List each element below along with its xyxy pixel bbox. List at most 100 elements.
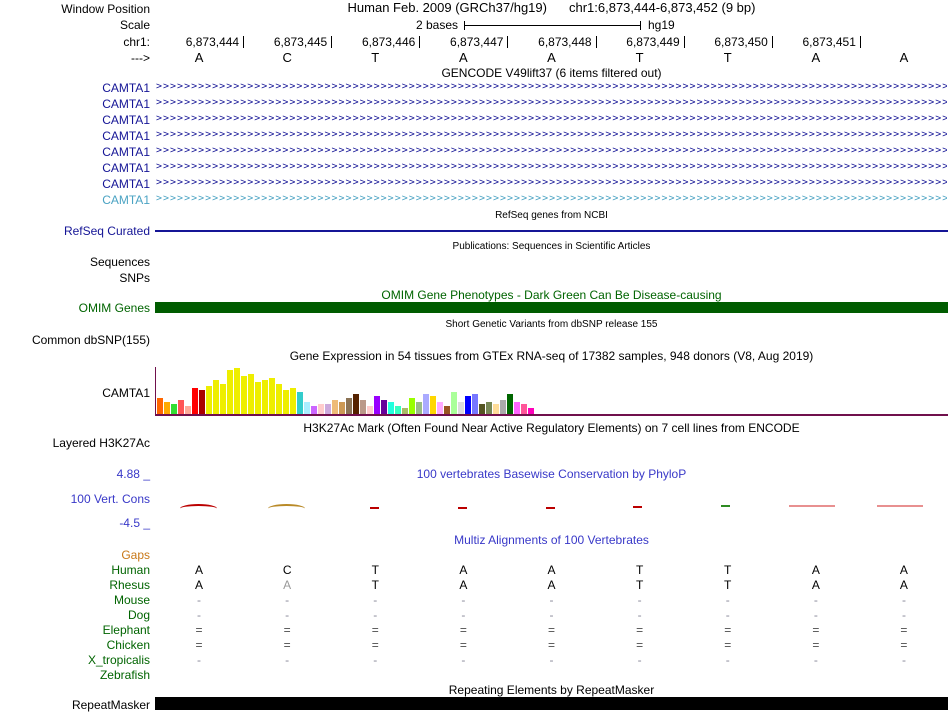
gtex-baseline[interactable]	[155, 414, 948, 416]
gtex-tissue-bar[interactable]	[199, 390, 205, 414]
refseq-gene-line[interactable]	[155, 230, 948, 232]
gene-label[interactable]: CAMTA1	[0, 97, 150, 111]
gene-transcript-row[interactable]: >>>>>>>>>>>>>>>>>>>>>>>>>>>>>>>>>>>>>>>>…	[156, 177, 947, 190]
gtex-tissue-bar[interactable]	[437, 402, 443, 414]
gtex-tissue-bar[interactable]	[297, 392, 303, 414]
gtex-tissue-bar[interactable]	[269, 378, 275, 414]
alignment-cell: A	[899, 563, 908, 577]
gene-transcript-row[interactable]: >>>>>>>>>>>>>>>>>>>>>>>>>>>>>>>>>>>>>>>>…	[156, 145, 947, 158]
gtex-tissue-bar[interactable]	[178, 400, 184, 414]
sidebar-omim-genes[interactable]: OMIM Genes	[0, 301, 150, 315]
gtex-tissue-bar[interactable]	[388, 402, 394, 414]
gtex-tissue-bar[interactable]	[367, 406, 373, 414]
sidebar-sequences[interactable]: Sequences	[0, 255, 150, 269]
species-label-x_tropicalis[interactable]: X_tropicalis	[0, 653, 150, 667]
gtex-tissue-bar[interactable]	[248, 374, 254, 414]
gtex-tissue-bar[interactable]	[521, 404, 527, 414]
sidebar-gtex-gene[interactable]: CAMTA1	[0, 386, 150, 400]
gtex-tissue-bar[interactable]	[220, 384, 226, 414]
gtex-tissue-bar[interactable]	[479, 404, 485, 414]
gtex-tissue-bar[interactable]	[409, 398, 415, 414]
gene-transcript-row[interactable]: >>>>>>>>>>>>>>>>>>>>>>>>>>>>>>>>>>>>>>>>…	[156, 129, 947, 142]
coordinate-label: 6,873,448	[538, 35, 592, 49]
sequence-base: A	[811, 50, 821, 65]
sidebar-layered-h3k27ac[interactable]: Layered H3K27Ac	[0, 436, 150, 450]
species-label-mouse[interactable]: Mouse	[0, 593, 150, 607]
gtex-tissue-bar[interactable]	[514, 402, 520, 414]
gene-label[interactable]: CAMTA1	[0, 129, 150, 143]
sequence-base: A	[899, 50, 909, 65]
gtex-tissue-bar[interactable]	[311, 406, 317, 414]
species-label-dog[interactable]: Dog	[0, 608, 150, 622]
gtex-tissue-bar[interactable]	[255, 382, 261, 414]
gene-label[interactable]: CAMTA1	[0, 145, 150, 159]
gtex-tissue-bar[interactable]	[213, 380, 219, 414]
gene-label[interactable]: CAMTA1	[0, 193, 150, 207]
gene-label[interactable]: CAMTA1	[0, 81, 150, 95]
sidebar-scale: Scale	[119, 18, 150, 32]
gtex-tissue-bar[interactable]	[185, 406, 191, 414]
gtex-tissue-bar[interactable]	[472, 394, 478, 414]
gtex-tissue-bar[interactable]	[332, 400, 338, 414]
gtex-tissue-bar[interactable]	[360, 400, 366, 414]
gtex-tissue-bar[interactable]	[395, 406, 401, 414]
gene-transcript-row[interactable]: >>>>>>>>>>>>>>>>>>>>>>>>>>>>>>>>>>>>>>>>…	[156, 161, 947, 174]
gene-label[interactable]: CAMTA1	[0, 161, 150, 175]
gene-transcript-row[interactable]: >>>>>>>>>>>>>>>>>>>>>>>>>>>>>>>>>>>>>>>>…	[156, 81, 947, 94]
omim-gene-bar[interactable]	[155, 302, 948, 313]
gtex-tissue-bar[interactable]	[164, 402, 170, 414]
gtex-tissue-bar[interactable]	[444, 406, 450, 414]
gtex-tissue-bar[interactable]	[171, 404, 177, 414]
gtex-tissue-bar[interactable]	[318, 404, 324, 414]
gtex-tissue-bar[interactable]	[430, 396, 436, 414]
species-label-chicken[interactable]: Chicken	[0, 638, 150, 652]
gtex-tissue-bar[interactable]	[339, 402, 345, 414]
sidebar-common-dbsnp[interactable]: Common dbSNP(155)	[0, 333, 150, 347]
sidebar-snps[interactable]: SNPs	[0, 271, 150, 285]
gtex-tissue-bar[interactable]	[458, 402, 464, 414]
gtex-tissue-bar[interactable]	[227, 370, 233, 414]
gtex-tissue-bar[interactable]	[283, 390, 289, 414]
sidebar-refseq-curated[interactable]: RefSeq Curated	[0, 224, 150, 238]
species-label-zebrafish[interactable]: Zebrafish	[0, 668, 150, 682]
gtex-tissue-bar[interactable]	[416, 402, 422, 414]
assembly-title: Human Feb. 2009 (GRCh37/hg19)	[347, 0, 547, 15]
gtex-tissue-bar[interactable]	[325, 404, 331, 414]
repeatmasker-bar[interactable]	[155, 697, 948, 710]
gtex-tissue-bar[interactable]	[157, 398, 163, 414]
sidebar-vert-cons[interactable]: 100 Vert. Cons	[0, 492, 150, 506]
gtex-tissue-bar[interactable]	[262, 380, 268, 414]
gtex-tissue-bar[interactable]	[234, 368, 240, 414]
species-label-human[interactable]: Human	[0, 563, 150, 577]
gtex-tissue-bar[interactable]	[346, 398, 352, 414]
gtex-tissue-bar[interactable]	[423, 394, 429, 414]
species-label-rhesus[interactable]: Rhesus	[0, 578, 150, 592]
gtex-tissue-bar[interactable]	[276, 384, 282, 414]
sidebar-repeatmasker[interactable]: RepeatMasker	[0, 698, 150, 712]
gtex-tissue-bar[interactable]	[465, 396, 471, 414]
species-label-elephant[interactable]: Elephant	[0, 623, 150, 637]
gtex-tissue-bar[interactable]	[304, 402, 310, 414]
alignment-cell: -	[901, 653, 906, 667]
gene-transcript-row[interactable]: >>>>>>>>>>>>>>>>>>>>>>>>>>>>>>>>>>>>>>>>…	[156, 97, 947, 110]
gene-transcript-row[interactable]: >>>>>>>>>>>>>>>>>>>>>>>>>>>>>>>>>>>>>>>>…	[156, 113, 947, 126]
gene-label[interactable]: CAMTA1	[0, 113, 150, 127]
gene-label[interactable]: CAMTA1	[0, 177, 150, 191]
alignment-cell: T	[635, 563, 644, 577]
gene-transcript-row[interactable]: >>>>>>>>>>>>>>>>>>>>>>>>>>>>>>>>>>>>>>>>…	[156, 193, 947, 206]
gtex-tissue-bar[interactable]	[353, 394, 359, 414]
gtex-tissue-bar[interactable]	[241, 376, 247, 414]
gtex-bar-chart[interactable]	[157, 364, 534, 414]
gtex-tissue-bar[interactable]	[500, 400, 506, 414]
sidebar-gaps[interactable]: Gaps	[0, 548, 150, 562]
gtex-tissue-bar[interactable]	[493, 404, 499, 414]
alignment-cell: =	[195, 638, 203, 652]
gtex-tissue-bar[interactable]	[451, 392, 457, 414]
gtex-tissue-bar[interactable]	[374, 396, 380, 414]
gtex-tissue-bar[interactable]	[486, 402, 492, 414]
gtex-tissue-bar[interactable]	[381, 400, 387, 414]
gtex-tissue-bar[interactable]	[206, 386, 212, 414]
gtex-tissue-bar[interactable]	[507, 394, 513, 414]
gtex-tissue-bar[interactable]	[290, 388, 296, 414]
gtex-tissue-bar[interactable]	[192, 388, 198, 414]
